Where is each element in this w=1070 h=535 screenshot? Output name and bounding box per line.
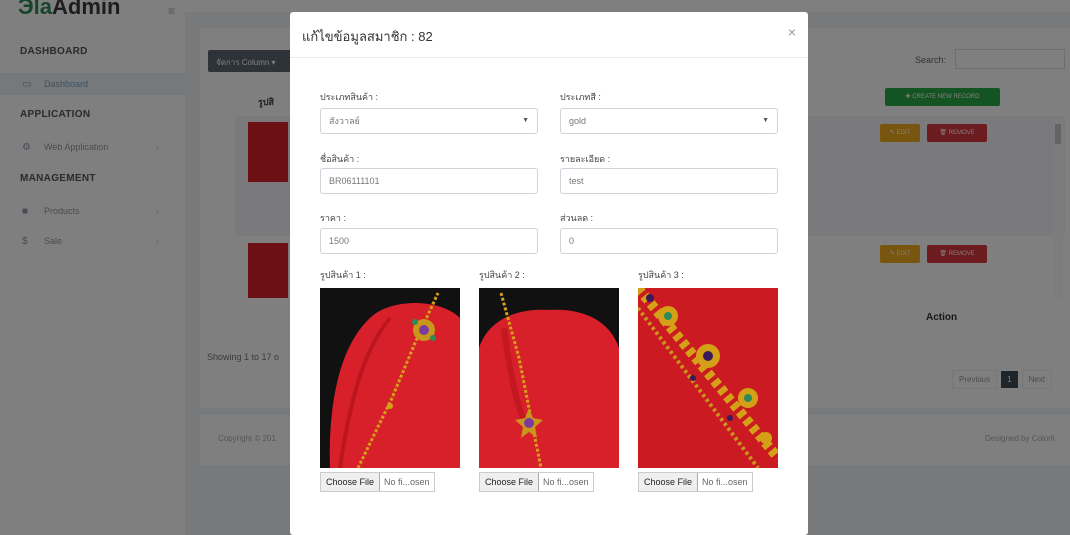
image-1-label: รูปสินค้า 1 :	[320, 270, 366, 280]
color-type-select[interactable]: gold ▼	[560, 108, 778, 134]
price-label: ราคา :	[320, 213, 346, 223]
detail-input[interactable]: test	[560, 168, 778, 194]
modal-title: แก้ไขข้อมูลสมาชิก : 82	[302, 29, 433, 44]
discount-input[interactable]: 0	[560, 228, 778, 254]
product-image-1	[320, 288, 460, 468]
close-icon[interactable]: ×	[788, 24, 796, 40]
choose-file-button[interactable]: Choose File	[639, 473, 699, 491]
choose-file-button[interactable]: Choose File	[480, 473, 540, 491]
image-2-label: รูปสินค้า 2 :	[479, 270, 525, 280]
price-value: 1500	[329, 236, 350, 246]
product-name-input[interactable]: BR06111101	[320, 168, 538, 194]
price-input[interactable]: 1500	[320, 228, 538, 254]
product-image-3	[638, 288, 778, 468]
image-3-label: รูปสินค้า 3 :	[638, 270, 684, 280]
file-status: No fi...osen	[543, 477, 589, 487]
file-status: No fi...osen	[384, 477, 430, 487]
product-name-label: ชื่อสินค้า :	[320, 154, 360, 164]
product-name-value: BR06111101	[329, 176, 380, 186]
chevron-down-icon: ▼	[762, 117, 769, 124]
file-status: No fi...osen	[702, 477, 748, 487]
discount-label: ส่วนลด :	[560, 213, 594, 223]
file-input-1[interactable]: Choose File No fi...osen	[320, 472, 435, 492]
modal-header: แก้ไขข้อมูลสมาชิก : 82 ×	[290, 12, 808, 58]
file-input-2[interactable]: Choose File No fi...osen	[479, 472, 594, 492]
color-type-label: ประเภทสี :	[560, 92, 601, 102]
product-type-select[interactable]: สังวาลย์ ▼	[320, 108, 538, 134]
product-type-value: สังวาลย์	[329, 116, 360, 126]
product-image-2	[479, 288, 619, 468]
edit-member-modal: แก้ไขข้อมูลสมาชิก : 82 × ประเภทสินค้า : …	[290, 12, 808, 535]
choose-file-button[interactable]: Choose File	[321, 473, 381, 491]
detail-label: รายละเอียด :	[560, 154, 611, 164]
color-type-value: gold	[569, 116, 587, 126]
detail-value: test	[569, 176, 584, 186]
discount-value: 0	[569, 236, 575, 246]
file-input-3[interactable]: Choose File No fi...osen	[638, 472, 753, 492]
chevron-down-icon: ▼	[522, 117, 529, 124]
product-type-label: ประเภทสินค้า :	[320, 92, 379, 102]
